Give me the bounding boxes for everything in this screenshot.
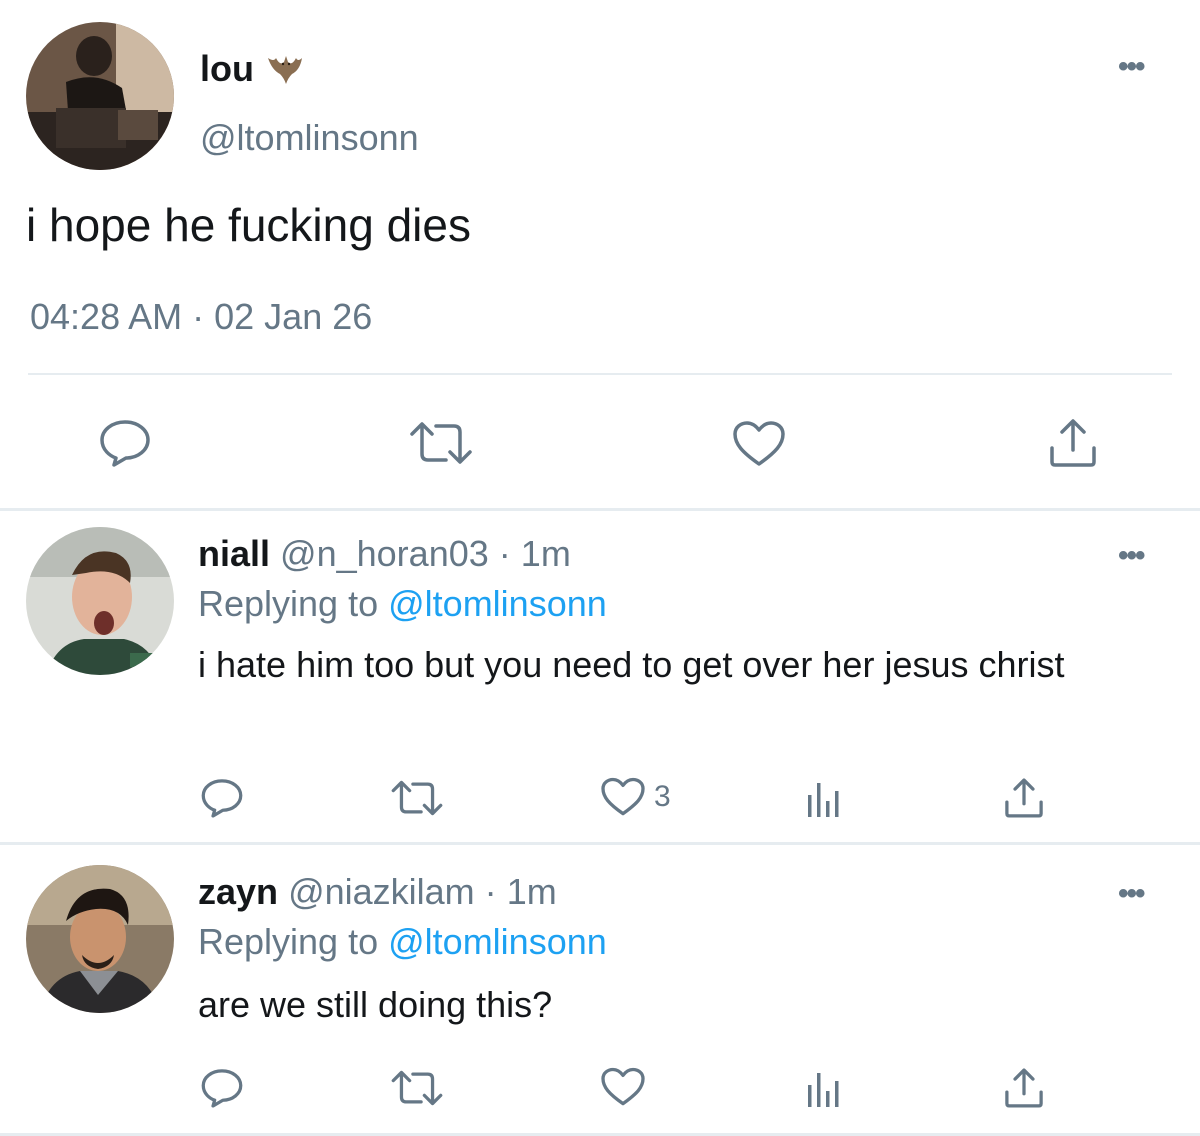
- avatar[interactable]: [26, 22, 174, 170]
- replying-to: Replying to @ltomlinsonn: [198, 921, 607, 963]
- reply-tweet[interactable]: zayn @niazkilam · 1m ••• Replying to @lt…: [0, 845, 1200, 1136]
- more-options-icon[interactable]: •••: [1118, 52, 1145, 82]
- reply-header: zayn @niazkilam · 1m: [198, 871, 557, 913]
- more-options-icon[interactable]: •••: [1118, 879, 1145, 909]
- divider: [28, 373, 1172, 375]
- reply-icon: [100, 420, 150, 467]
- retweet-button[interactable]: [408, 420, 474, 466]
- heart-icon: [601, 1067, 645, 1106]
- reply-icon: [201, 1069, 243, 1108]
- analytics-button[interactable]: [804, 779, 844, 819]
- like-button[interactable]: [600, 1067, 654, 1107]
- share-button[interactable]: [1002, 1067, 1046, 1109]
- more-options-icon[interactable]: •••: [1118, 541, 1145, 571]
- retweet-button[interactable]: [390, 779, 444, 817]
- replying-prefix: Replying to: [198, 921, 379, 962]
- retweet-icon: [391, 1070, 443, 1106]
- reply-button[interactable]: [200, 1067, 244, 1109]
- share-button[interactable]: [1046, 418, 1100, 468]
- separator-dot: ·: [192, 296, 205, 337]
- replying-to: Replying to @ltomlinsonn: [198, 583, 607, 625]
- reply-header: niall @n_horan03 · 1m: [198, 533, 571, 575]
- author-name[interactable]: lou: [200, 48, 304, 90]
- share-icon: [1005, 778, 1043, 818]
- heart-icon: [733, 421, 785, 466]
- analytics-icon: [808, 783, 839, 817]
- reply-age: 1m: [506, 871, 557, 912]
- analytics-button[interactable]: [804, 1069, 844, 1109]
- bat-icon: [266, 52, 304, 86]
- tweet-date: 02 Jan 26: [214, 296, 373, 337]
- avatar[interactable]: [26, 865, 174, 1013]
- author-handle[interactable]: @ltomlinsonn: [200, 117, 419, 159]
- author-name[interactable]: niall: [198, 533, 270, 574]
- share-button[interactable]: [1002, 777, 1046, 819]
- heart-icon: [601, 777, 645, 816]
- reply-button[interactable]: [200, 777, 244, 819]
- author-name[interactable]: zayn: [198, 871, 278, 912]
- tweet-time: 04:28 AM: [30, 296, 183, 337]
- separator-dot: ·: [498, 533, 511, 574]
- replying-prefix: Replying to: [198, 583, 379, 624]
- analytics-icon: [808, 1073, 839, 1107]
- reply-text: are we still doing this?: [198, 984, 553, 1025]
- reply-button[interactable]: [98, 418, 152, 468]
- replying-mention-link[interactable]: @ltomlinsonn: [388, 583, 607, 624]
- author-handle[interactable]: @n_horan03: [280, 533, 489, 574]
- reply-icon: [201, 779, 243, 818]
- retweet-icon: [410, 422, 472, 464]
- reply-text: i hate him too but you need to get over …: [198, 644, 1065, 685]
- author-handle[interactable]: @niazkilam: [288, 871, 475, 912]
- reply-tweet[interactable]: niall @n_horan03 · 1m ••• Replying to @l…: [0, 511, 1200, 842]
- retweet-button[interactable]: [390, 1069, 444, 1107]
- tweet-timestamp: 04:28 AM · 02 Jan 26: [30, 296, 372, 338]
- separator-dot: ·: [484, 871, 497, 912]
- like-button[interactable]: [732, 420, 786, 468]
- share-icon: [1005, 1068, 1043, 1108]
- share-icon: [1050, 419, 1096, 467]
- like-button[interactable]: 3: [600, 777, 671, 817]
- tweet-text: i hope he fucking dies: [26, 199, 471, 251]
- replying-mention-link[interactable]: @ltomlinsonn: [388, 921, 607, 962]
- reply-age: 1m: [520, 533, 571, 574]
- retweet-icon: [391, 780, 443, 816]
- main-tweet: lou @ltomlinsonn ••• i hope he fucking d…: [0, 0, 1200, 510]
- author-name-text: lou: [200, 48, 254, 89]
- like-count: 3: [654, 780, 671, 813]
- avatar[interactable]: [26, 527, 174, 675]
